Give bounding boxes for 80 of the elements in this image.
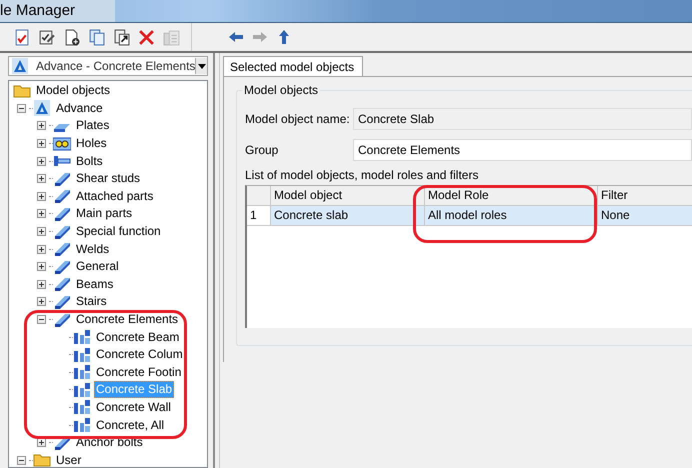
field-label: Model object name: — [245, 112, 351, 126]
collapse-toggle[interactable] — [16, 456, 26, 465]
beam-icon — [53, 170, 71, 187]
paste-icon[interactable] — [113, 28, 130, 46]
up-arrow-icon[interactable] — [276, 29, 292, 45]
folder-icon — [13, 84, 31, 98]
beam-icon — [53, 188, 71, 204]
tree-item[interactable]: Special function — [74, 223, 163, 240]
beam-icon — [53, 312, 71, 328]
concrete-blocks-icon — [73, 329, 91, 346]
expand-toggle[interactable] — [36, 227, 46, 236]
expand-toggle[interactable] — [36, 156, 46, 166]
tree-item[interactable]: Concrete Elements — [74, 311, 180, 328]
expand-toggle[interactable] — [36, 262, 46, 272]
group-dropdown[interactable]: Advance - Concrete Elements — [8, 56, 208, 76]
copy-icon[interactable] — [88, 28, 105, 46]
table-row[interactable]: 1 Concrete slab All model roles None — [247, 206, 692, 226]
tree-item[interactable]: Shear studs — [74, 170, 142, 188]
bolt-icon — [53, 154, 71, 168]
triangle-logo-icon — [12, 58, 28, 74]
tree-item[interactable]: General — [74, 258, 121, 276]
tree-item[interactable]: Bolts — [74, 152, 105, 170]
table-cell: All model roles — [425, 206, 598, 225]
beam-icon — [53, 206, 71, 222]
group-title: Model objects — [242, 83, 320, 97]
beam-icon — [53, 294, 71, 310]
tree-item[interactable]: Concrete, All — [94, 416, 166, 434]
new-document-icon[interactable] — [63, 28, 80, 46]
window-title: le Manager — [0, 0, 116, 22]
field-label: Group — [245, 142, 280, 156]
concrete-blocks-icon — [73, 399, 91, 416]
tree-item[interactable]: Plates — [74, 117, 112, 134]
holes-icon — [53, 136, 71, 151]
tree-item[interactable]: Attached parts — [74, 188, 156, 205]
table-cell: None — [598, 206, 692, 225]
dropdown-arrow-icon — [198, 64, 206, 68]
column-header[interactable]: Model object — [271, 186, 425, 205]
expand-toggle[interactable] — [36, 121, 46, 130]
concrete-blocks-icon — [73, 417, 91, 434]
tree-item[interactable]: Concrete Beam — [94, 328, 182, 346]
tree-item[interactable]: Stairs — [74, 293, 109, 310]
expand-toggle[interactable] — [36, 174, 46, 184]
edit-document-icon[interactable] — [38, 28, 55, 46]
collapse-toggle[interactable] — [36, 315, 46, 324]
tree-item[interactable]: Concrete Colum — [94, 346, 185, 364]
tree-item[interactable]: Advance — [54, 100, 105, 117]
beam-icon — [53, 258, 71, 275]
beam-icon — [53, 241, 71, 258]
triangle-logo-icon — [34, 100, 50, 116]
document-check-icon[interactable] — [13, 28, 30, 46]
tree-item[interactable]: Concrete Footin — [94, 364, 184, 381]
tree-item[interactable]: User — [54, 452, 84, 467]
delete-icon[interactable] — [138, 28, 155, 46]
input-field: Concrete Slab — [353, 108, 692, 130]
expand-toggle[interactable] — [36, 192, 46, 201]
concrete-blocks-icon — [73, 364, 91, 380]
tree-item[interactable]: Welds — [74, 240, 112, 258]
concrete-blocks-icon — [73, 346, 91, 363]
collapse-toggle[interactable] — [16, 104, 26, 113]
list-label: List of model objects, model roles and filters — [245, 168, 480, 183]
back-arrow-icon[interactable] — [228, 29, 244, 45]
expand-toggle[interactable] — [36, 244, 46, 254]
column-header[interactable]: Filter — [598, 186, 692, 205]
tree-item[interactable]: Model objects — [34, 82, 112, 100]
table-cell: Concrete slab — [271, 206, 425, 225]
folder-icon — [33, 453, 51, 467]
tree-item[interactable]: Concrete Wall — [94, 398, 173, 416]
beam-icon — [53, 276, 71, 292]
tree-item[interactable]: Beams — [74, 276, 116, 293]
tree-item[interactable]: Holes — [74, 135, 109, 152]
expand-toggle[interactable] — [36, 139, 46, 148]
tab[interactable]: Selected model objects — [223, 56, 364, 76]
expand-toggle[interactable] — [36, 297, 46, 306]
expand-toggle[interactable] — [36, 280, 46, 289]
expand-toggle[interactable] — [36, 209, 46, 218]
tree-item[interactable]: Main parts — [74, 205, 134, 222]
splitter[interactable] — [213, 53, 220, 468]
concrete-blocks-icon — [73, 382, 91, 398]
input-field[interactable]: Concrete Elements — [353, 138, 692, 160]
beam-icon — [53, 224, 71, 240]
